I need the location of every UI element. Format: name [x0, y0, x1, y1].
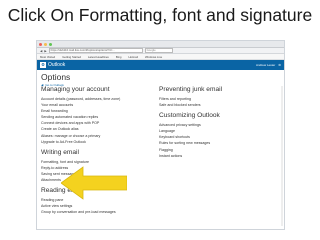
right-column: Preventing junk email Filters and report… — [159, 86, 279, 159]
section-heading: Writing email — [41, 148, 79, 156]
option-link[interactable]: Instant actions — [159, 153, 279, 159]
bookmark-item[interactable]: Windows Live — [145, 55, 162, 59]
browser-screenshot: ◀ ▶ https://dub110.mail.live.com/#/optio… — [36, 40, 285, 230]
section-heading: Managing your account — [41, 86, 110, 93]
outlook-header: o Outlook Andrew Lester ⚙ — [37, 60, 284, 70]
forward-arrow-icon[interactable]: ▶ — [44, 49, 46, 53]
bookmark-item[interactable]: Latest Headlines — [88, 55, 109, 59]
bookmark-item[interactable]: Getting Started — [62, 55, 81, 59]
page-title: Options — [41, 72, 71, 82]
bookmark-item[interactable]: Hotmail — [128, 55, 137, 59]
maximize-window-icon[interactable] — [49, 42, 52, 46]
back-arrow-icon[interactable]: ◀ — [40, 49, 42, 53]
section-heading: Preventing junk email — [159, 86, 223, 93]
bookmark-item[interactable]: Bing — [116, 55, 122, 59]
user-name[interactable]: Andrew Lester — [256, 63, 275, 67]
browser-search-input[interactable]: Google — [144, 47, 173, 54]
close-window-icon[interactable] — [39, 42, 42, 46]
settings-gear-icon[interactable]: ⚙ — [278, 63, 281, 67]
bookmark-item[interactable]: Most Visited — [40, 55, 55, 59]
slide-caption: Click On Formatting, font and signature — [7, 5, 313, 25]
section-heading: Customizing Outlook — [159, 112, 220, 120]
outlook-logo-icon[interactable]: o — [40, 62, 46, 68]
option-link[interactable]: Group by conversation and pre-load messa… — [41, 209, 146, 215]
pointer-arrow-icon — [61, 166, 127, 200]
url-input[interactable]: https://dub110.mail.live.com/#/options/o… — [48, 47, 143, 54]
app-name[interactable]: Outlook — [48, 62, 65, 68]
page-scrollbar[interactable] — [281, 86, 283, 226]
minimize-window-icon[interactable] — [44, 42, 47, 46]
